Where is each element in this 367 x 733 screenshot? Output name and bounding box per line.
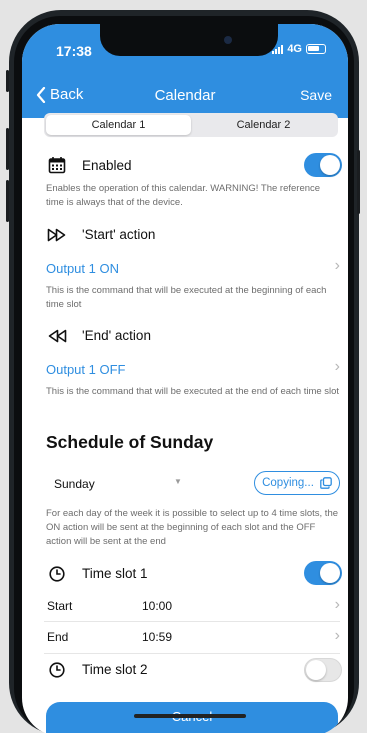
phone-screen: 17:38 4G Back Calendar Save Calendar 1 C… <box>22 24 348 733</box>
end-action-value: Output 1 OFF <box>46 362 126 377</box>
battery-icon <box>306 44 326 54</box>
status-bar: 17:38 4G <box>22 24 348 74</box>
nav-bar: Back Calendar Save <box>22 74 348 118</box>
start-action-description: This is the command that will be execute… <box>46 285 327 310</box>
phone-side-button <box>6 128 9 170</box>
time-slot-1-toggle[interactable] <box>304 561 342 585</box>
enabled-label: Enabled <box>82 158 132 173</box>
start-action-row[interactable]: Output 1 ON › <box>44 254 340 282</box>
rewind-icon <box>48 329 67 343</box>
signal-icon <box>272 44 284 54</box>
fast-forward-icon <box>47 228 66 242</box>
copy-icon <box>320 477 332 489</box>
calendar-icon <box>48 157 66 174</box>
chevron-down-icon: ▼ <box>174 477 182 486</box>
slot-1-start-row[interactable]: Start 10:00 › <box>44 591 340 621</box>
start-time-value: 10:00 <box>142 599 173 613</box>
start-action-value: Output 1 ON <box>46 261 119 276</box>
tab-calendar-1[interactable]: Calendar 1 <box>46 115 191 135</box>
chevron-right-icon: › <box>334 596 340 613</box>
copy-day-button[interactable]: Copying... <box>254 471 340 495</box>
status-indicators: 4G <box>272 43 326 55</box>
time-slot-1-label: Time slot 1 <box>82 566 148 581</box>
day-select-value: Sunday <box>54 477 95 491</box>
time-slot-2-toggle[interactable] <box>304 658 342 682</box>
enabled-toggle[interactable] <box>304 153 342 177</box>
notch <box>100 24 278 56</box>
phone-side-button <box>6 180 9 222</box>
chevron-right-icon: › <box>334 257 340 274</box>
calendar-tabs: Calendar 1 Calendar 2 <box>44 113 338 137</box>
schedule-title: Schedule of Sunday <box>46 432 214 452</box>
end-action-label: 'End' action <box>82 328 151 343</box>
start-label: Start <box>47 599 73 613</box>
enabled-description: Enables the operation of this calendar. … <box>46 183 321 208</box>
status-time: 17:38 <box>56 43 92 59</box>
camera-icon <box>224 36 232 44</box>
clock-icon <box>49 566 65 582</box>
time-slot-2-label: Time slot 2 <box>82 662 148 677</box>
home-indicator <box>134 714 246 718</box>
chevron-right-icon: › <box>334 627 340 644</box>
save-button[interactable]: Save <box>300 87 332 103</box>
end-action-description: This is the command that will be execute… <box>46 386 340 397</box>
phone-side-button <box>6 70 9 92</box>
start-action-label: 'Start' action <box>82 227 156 242</box>
divider <box>44 653 340 654</box>
end-time-value: 10:59 <box>142 630 173 644</box>
chevron-right-icon: › <box>334 358 340 375</box>
end-label: End <box>47 630 69 644</box>
day-select[interactable]: Sunday ▼ <box>44 472 194 496</box>
slot-1-end-row[interactable]: End 10:59 › <box>44 622 340 652</box>
schedule-description: For each day of the week it is possible … <box>46 508 339 547</box>
tab-calendar-2[interactable]: Calendar 2 <box>191 115 336 135</box>
end-action-row[interactable]: Output 1 OFF › <box>44 355 340 383</box>
copy-button-label: Copying... <box>262 477 314 489</box>
clock-icon <box>49 662 65 678</box>
phone-side-button <box>357 150 360 214</box>
network-type: 4G <box>287 43 302 55</box>
